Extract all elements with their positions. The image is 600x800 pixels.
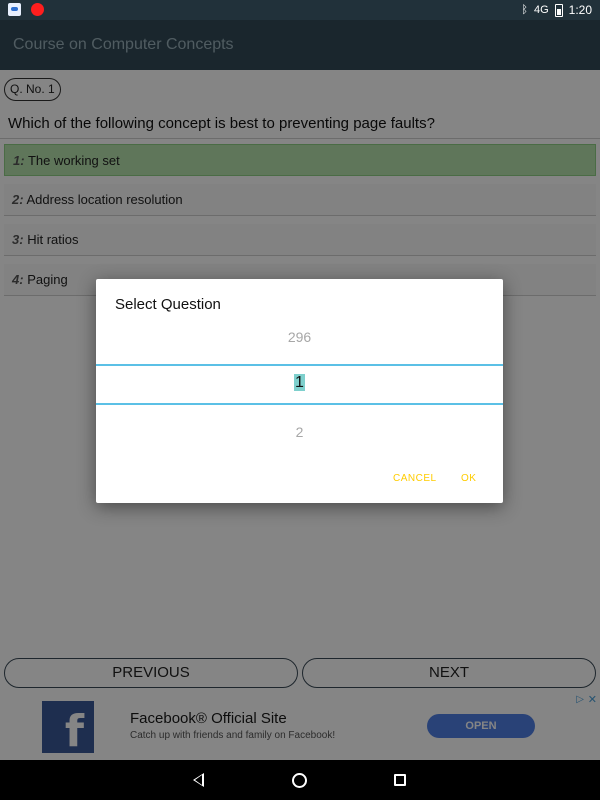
picker-next-value[interactable]: 2	[96, 424, 503, 440]
picker-selected-value[interactable]: 1	[96, 374, 503, 392]
bluetooth-icon: ᛒ	[521, 4, 528, 16]
battery-icon	[554, 3, 563, 17]
dialog-title: Select Question	[115, 296, 221, 313]
picker-previous-value[interactable]: 296	[96, 329, 503, 345]
select-question-dialog: Select Question 296 1 2 CANCEL OK	[96, 279, 503, 503]
picker-selected-text[interactable]: 1	[294, 374, 305, 391]
network-type-label: 4G	[533, 4, 549, 16]
ok-button[interactable]: OK	[461, 473, 476, 484]
clock: 1:20	[568, 3, 592, 17]
app-notification-icon	[8, 3, 21, 16]
system-nav-bar	[0, 760, 600, 800]
picker-divider-top	[96, 364, 503, 366]
cancel-button[interactable]: CANCEL	[393, 473, 437, 484]
home-icon[interactable]	[292, 773, 307, 788]
picker-divider-bottom	[96, 403, 503, 405]
recents-icon[interactable]	[394, 774, 406, 786]
back-icon[interactable]	[193, 773, 204, 787]
record-indicator-icon	[31, 3, 44, 16]
status-bar: ᛒ 4G 1:20	[0, 0, 600, 20]
